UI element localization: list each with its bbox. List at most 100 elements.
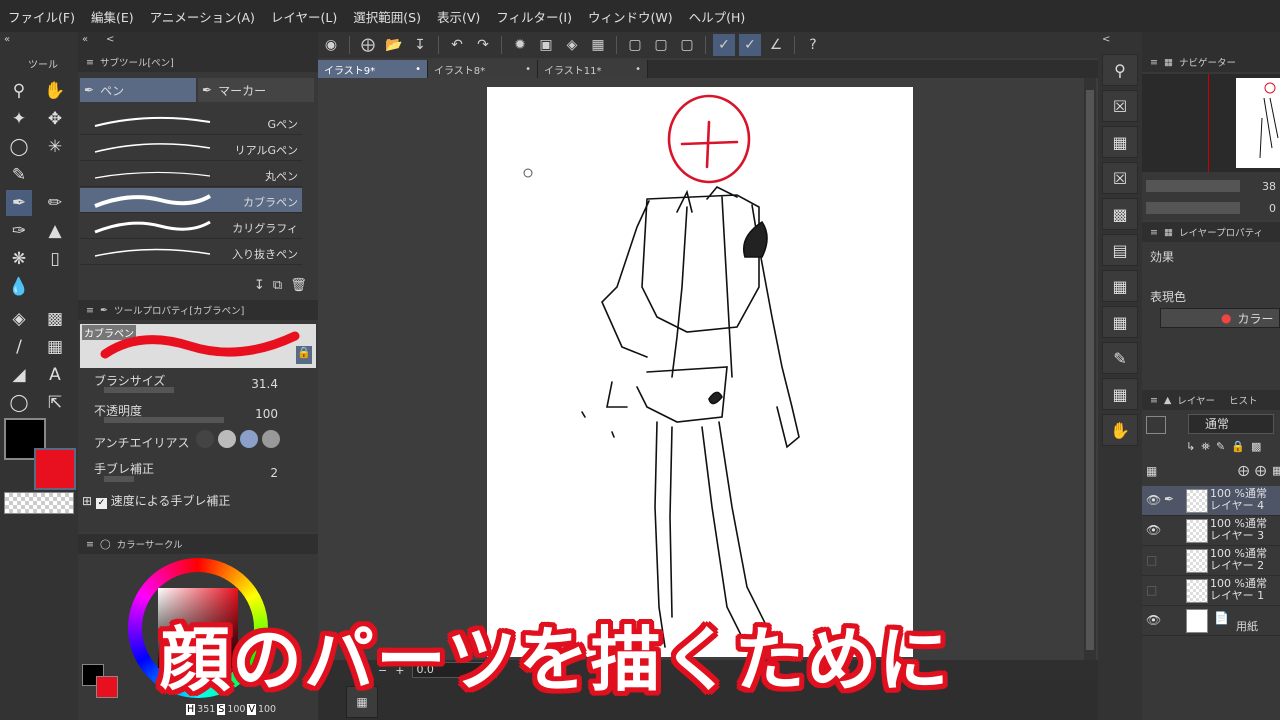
airbrush-icon[interactable]: ▲ <box>42 218 68 244</box>
clear-selection-icon[interactable]: ▣ <box>535 34 557 56</box>
open-folder-icon[interactable]: 📂 <box>383 34 405 56</box>
group-tab-marker[interactable]: ✒ マーカー <box>198 78 314 102</box>
menu-file[interactable]: ファイル(F) <box>0 7 83 26</box>
menu-icon[interactable]: ≡ <box>86 57 94 68</box>
eye-icon[interactable]: 👁 <box>1146 523 1161 537</box>
decoration-icon[interactable]: ❋ <box>6 246 32 272</box>
brush-item-entry-exit-pen[interactable]: 入り抜きペン <box>80 240 302 265</box>
scroll-thumb[interactable] <box>1086 90 1094 650</box>
close-icon[interactable]: • <box>525 64 531 75</box>
tab-illust11[interactable]: イラスト11* • <box>538 60 648 78</box>
lock-layer-icon[interactable]: 🔒 <box>1231 440 1245 454</box>
layer-name[interactable]: 用紙 <box>1236 618 1258 634</box>
rotation-slider[interactable] <box>1146 202 1240 214</box>
lasso-icon[interactable]: ◯ <box>6 134 32 160</box>
panel-8-icon[interactable]: ✎ <box>1102 342 1138 374</box>
antialias-weak[interactable] <box>218 430 236 448</box>
group-tab-pen[interactable]: ✒ ペン <box>80 78 196 102</box>
transform-icon[interactable]: ▦ <box>587 34 609 56</box>
collapse-right-icon[interactable]: < <box>1102 34 1110 45</box>
menu-view[interactable]: 表示(V) <box>429 7 488 26</box>
clip-studio-icon[interactable]: ◉ <box>320 34 342 56</box>
text-tool-icon[interactable]: A <box>42 362 68 388</box>
opacity-value[interactable]: 100 <box>255 407 278 421</box>
lock-transparency-icon[interactable]: ▩ <box>1251 440 1261 454</box>
lock-icon[interactable]: 🔒 <box>296 346 312 364</box>
panel-4-icon[interactable]: ▩ <box>1102 198 1138 230</box>
panel-2-icon[interactable]: ▦ <box>1102 126 1138 158</box>
sub-color-mini[interactable] <box>96 676 118 698</box>
panel-6-icon[interactable]: ▦ <box>1102 270 1138 302</box>
figure-icon[interactable]: ∕ <box>6 334 32 360</box>
snap-grid-icon[interactable]: ▢ <box>676 34 698 56</box>
frame-icon[interactable]: ▦ <box>42 334 68 360</box>
stabilization-value[interactable]: 2 <box>270 466 278 480</box>
fill-selection-icon[interactable]: ◈ <box>561 34 583 56</box>
panel-10-icon[interactable]: ✋ <box>1102 414 1138 446</box>
drawing-canvas[interactable] <box>487 87 913 657</box>
eye-hidden-icon[interactable]: □ <box>1146 583 1157 597</box>
brush-item-round-pen[interactable]: 丸ペン <box>80 162 302 187</box>
menu-icon[interactable]: ≡ <box>86 539 94 550</box>
balloon-icon[interactable]: ◯ <box>6 390 32 416</box>
redo-icon[interactable]: ↷ <box>472 34 494 56</box>
layer-row[interactable]: □ 100 %通常 レイヤー 1 <box>1142 576 1280 606</box>
blend-mode-select[interactable]: 通常 <box>1188 414 1274 434</box>
menu-layer[interactable]: レイヤー(L) <box>263 7 345 26</box>
layer-name[interactable]: レイヤー 3 <box>1210 530 1264 542</box>
brush-item-kabura-pen[interactable]: カブラペン <box>80 188 302 213</box>
ref-layer-icon[interactable]: ⛯ <box>1201 440 1210 454</box>
menu-edit[interactable]: 編集(E) <box>83 7 142 26</box>
opacity-slider[interactable] <box>104 417 224 423</box>
antialias-medium[interactable] <box>240 430 258 448</box>
menu-animation[interactable]: アニメーション(A) <box>142 7 263 26</box>
help-icon[interactable]: ? <box>802 34 824 56</box>
hand-tool-icon[interactable]: ✋ <box>42 78 68 104</box>
tab-illust9[interactable]: イラスト9* • <box>318 60 428 78</box>
snap-special-ruler-icon[interactable]: ▢ <box>650 34 672 56</box>
correct-line-icon[interactable]: ⇱ <box>42 390 68 416</box>
zoom-view-icon[interactable]: ⚲ <box>1102 54 1138 86</box>
brush-item-calligraphy[interactable]: カリグラフィ <box>80 214 302 239</box>
panel-5-icon[interactable]: ▤ <box>1102 234 1138 266</box>
layer-grid-icon[interactable]: ▦ <box>1146 464 1157 478</box>
panel-3-icon[interactable]: ☒ <box>1102 162 1138 194</box>
duplicate-icon[interactable]: ⧉ <box>273 278 282 293</box>
new-raster-icon[interactable]: ⨁ <box>1238 464 1249 477</box>
layer-name[interactable]: レイヤー 1 <box>1210 590 1264 602</box>
eye-icon[interactable]: 👁 <box>1146 613 1161 627</box>
layer-row[interactable]: □ 100 %通常 レイヤー 2 <box>1142 546 1280 576</box>
panel-1-icon[interactable]: ☒ <box>1102 90 1138 122</box>
menu-icon[interactable]: ≡ <box>86 305 94 316</box>
speed-stabilization-checkbox[interactable]: ✓ <box>95 498 107 509</box>
save-icon[interactable]: ↧ <box>409 34 431 56</box>
menu-selection[interactable]: 選択範囲(S) <box>345 7 429 26</box>
snap-ruler-icon[interactable]: ▢ <box>624 34 646 56</box>
ruler-icon[interactable]: ◢ <box>6 362 32 388</box>
stroke-tool-1-icon[interactable]: ✓ <box>713 34 735 56</box>
brush-size-slider[interactable] <box>104 387 174 393</box>
pencil-tool-icon[interactable]: ✏ <box>42 190 68 216</box>
close-icon[interactable]: • <box>415 64 421 75</box>
layer-name[interactable]: レイヤー 4 <box>1210 500 1264 512</box>
collapse-icon[interactable]: « <box>4 34 10 45</box>
clip-icon[interactable]: ↳ <box>1186 440 1195 454</box>
draft-icon[interactable]: ✎ <box>1216 440 1225 454</box>
layer-row[interactable]: 👁 100 %通常 レイヤー 3 <box>1142 516 1280 546</box>
pen-tool-icon[interactable]: ✒ <box>6 190 32 216</box>
menu-filter[interactable]: フィルター(I) <box>488 7 580 26</box>
eraser-icon[interactable]: ▯ <box>42 246 68 272</box>
vertical-scrollbar[interactable] <box>1084 78 1096 674</box>
transparent-color-swatch[interactable] <box>4 492 74 514</box>
sub-color-swatch[interactable] <box>34 448 76 490</box>
zoom-slider[interactable] <box>1146 180 1240 192</box>
layer-color-swatch[interactable] <box>1146 416 1166 434</box>
layer-row[interactable]: 👁 ✒ 100 %通常 レイヤー 4 <box>1142 486 1280 516</box>
blend-icon[interactable]: 💧 <box>6 274 32 300</box>
download-icon[interactable]: ↧ <box>254 278 265 293</box>
stroke-tool-2-icon[interactable]: ✓ <box>739 34 761 56</box>
menu-window[interactable]: ウィンドウ(W) <box>580 7 681 26</box>
panel-9-icon[interactable]: ▦ <box>1102 378 1138 410</box>
menu-icon[interactable]: ≡ <box>1150 395 1158 406</box>
history-tab[interactable]: ヒスト <box>1229 393 1258 407</box>
